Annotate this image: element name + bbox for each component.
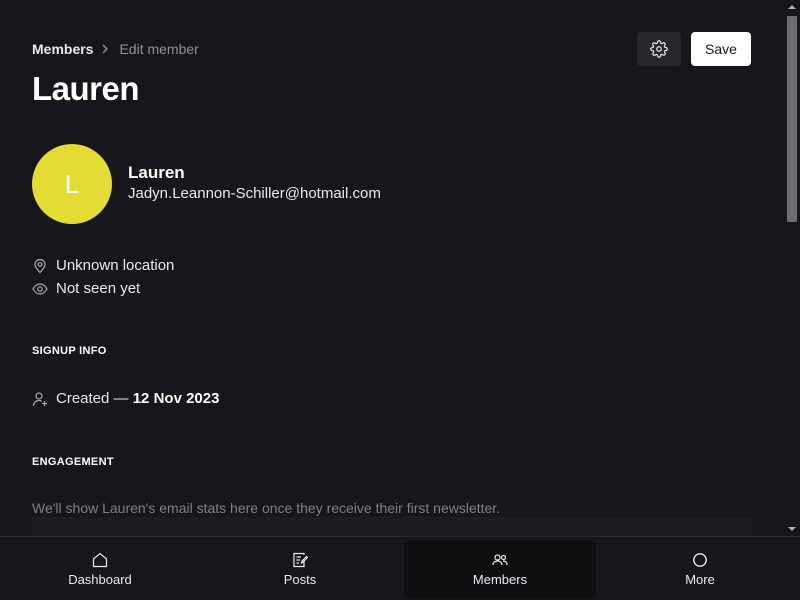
created-date: 12 Nov 2023	[132, 390, 220, 407]
member-email: Jadyn.Leannon-Schiller@hotmail.com	[128, 185, 381, 202]
avatar-initial: L	[64, 168, 80, 199]
signup-info-heading: SIGNUP INFO	[32, 345, 107, 357]
location-row: Unknown location	[32, 257, 174, 274]
nav-item-more[interactable]: More	[600, 537, 800, 600]
nav-label-members: Members	[472, 571, 528, 587]
eye-icon	[32, 281, 48, 297]
engagement-heading: ENGAGEMENT	[32, 456, 114, 468]
save-button[interactable]: Save	[691, 32, 751, 66]
posts-icon	[291, 551, 309, 569]
created-row: Created — 12 Nov 2023	[32, 390, 219, 407]
scrollbar-thumb[interactable]	[787, 16, 797, 222]
breadcrumb-current: Edit member	[119, 41, 199, 57]
last-seen-row: Not seen yet	[32, 280, 140, 297]
avatar: L	[32, 144, 112, 224]
breadcrumb-members-link[interactable]: Members	[32, 41, 93, 57]
scroll-down-arrow-icon[interactable]	[784, 522, 800, 536]
user-add-icon	[32, 391, 48, 407]
main-content: Members Edit member Lauren Save L Lauren…	[0, 0, 784, 536]
breadcrumb: Members Edit member	[32, 41, 199, 57]
nav-label-more: More	[685, 571, 715, 587]
engagement-panel	[32, 517, 752, 536]
page-title: Lauren	[32, 70, 140, 107]
members-icon	[491, 551, 509, 569]
bottom-navigation: Dashboard Posts Members More	[0, 536, 800, 600]
nav-item-dashboard[interactable]: Dashboard	[0, 537, 200, 600]
nav-item-posts[interactable]: Posts	[200, 537, 400, 600]
last-seen-text: Not seen yet	[56, 280, 141, 297]
member-name: Lauren	[128, 163, 185, 182]
member-settings-button[interactable]	[637, 32, 681, 66]
more-circle-icon	[691, 551, 709, 569]
chevron-right-icon	[101, 44, 111, 54]
scroll-up-arrow-icon[interactable]	[784, 0, 800, 14]
gear-icon	[650, 40, 668, 58]
nav-item-members[interactable]: Members	[400, 537, 600, 600]
location-text: Unknown location	[56, 257, 175, 274]
home-icon	[91, 551, 109, 569]
nav-label-dashboard: Dashboard	[68, 571, 132, 587]
location-pin-icon	[32, 258, 48, 274]
nav-label-posts: Posts	[283, 571, 317, 587]
created-label: Created —	[56, 390, 129, 407]
engagement-empty-text: We'll show Lauren's email stats here onc…	[32, 500, 501, 516]
vertical-scrollbar[interactable]	[784, 0, 800, 536]
